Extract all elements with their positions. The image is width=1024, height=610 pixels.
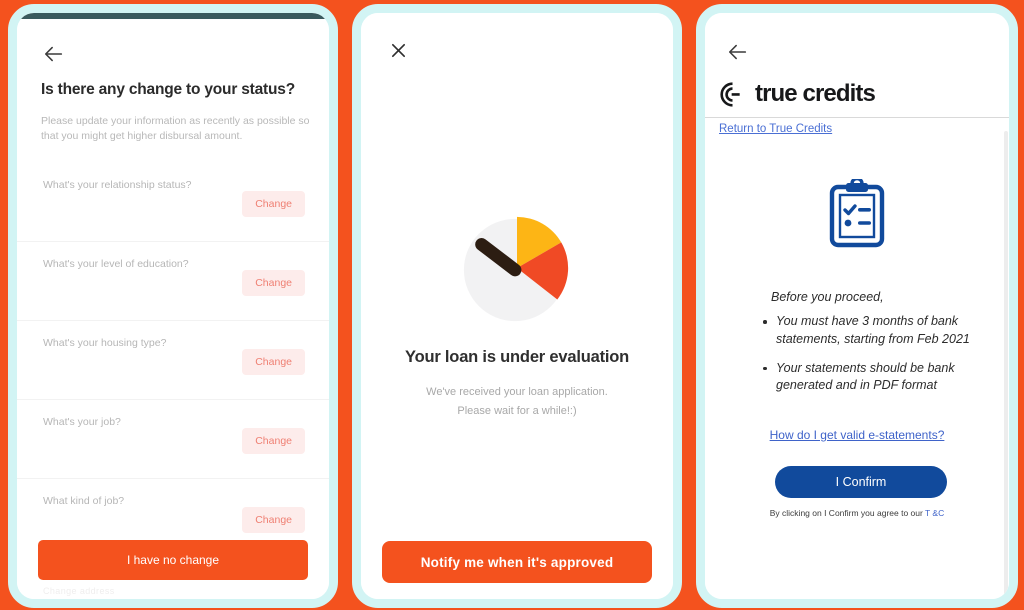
status-field-label: What's your level of education? (43, 258, 189, 270)
clipboard-illustration (705, 179, 1009, 253)
panel-true-credits-consent: true credits Return to True Credits Befo… (696, 4, 1018, 608)
panel-status-update: Is there any change to your status? Plea… (8, 4, 338, 608)
change-button[interactable]: Change (242, 349, 305, 375)
brand-name: true credits (755, 80, 876, 107)
page-subtitle: Please update your information as recent… (41, 115, 310, 143)
back-arrow-button[interactable] (721, 35, 755, 69)
panel-2-content: Your loan is under evaluation We've rece… (361, 13, 673, 599)
page-title: Is there any change to your status? (41, 81, 295, 98)
panel-1-content: Is there any change to your status? Plea… (17, 13, 329, 599)
status-field-label: What's your relationship status? (43, 179, 192, 191)
status-field-label: What kind of job? (43, 495, 125, 507)
clipboard-checklist-icon (829, 179, 885, 248)
arrow-left-icon (728, 44, 747, 60)
evaluation-subtitle-line2: Please wait for a while!:) (457, 405, 577, 418)
no-change-button[interactable]: I have no change (38, 540, 308, 580)
notify-me-button[interactable]: Notify me when it's approved (382, 541, 652, 583)
panel-loan-evaluation: Your loan is under evaluation We've rece… (352, 4, 682, 608)
change-button[interactable]: Change (242, 428, 305, 454)
terms-and-conditions-link[interactable]: T &C (925, 508, 944, 518)
requirement-item: Your statements should be bank generated… (763, 360, 983, 396)
status-field-label: What's your housing type? (43, 337, 167, 349)
true-credits-c-logo-icon (720, 81, 740, 107)
device-status-bar (17, 13, 329, 19)
speedometer-gauge-icon (463, 216, 569, 322)
header-divider (705, 117, 1009, 118)
cut-off-footer-text: Change address (43, 586, 115, 596)
confirm-button[interactable]: I Confirm (775, 466, 947, 498)
fine-print-prefix: By clicking on I Confirm you agree to ou… (769, 508, 926, 518)
status-field-row: What's your relationship status? Change (17, 163, 329, 242)
consent-lead-text: Before you proceed, (771, 290, 884, 304)
gauge-illustration (361, 209, 673, 327)
status-field-label: What's your job? (43, 416, 121, 428)
requirement-item: You must have 3 months of bank statement… (763, 313, 983, 349)
back-arrow-button[interactable] (37, 37, 71, 71)
arrow-left-icon (44, 46, 63, 62)
consent-fine-print: By clicking on I Confirm you agree to ou… (705, 508, 1009, 518)
vertical-scrollbar[interactable] (1004, 131, 1008, 599)
evaluation-subtitle: We've received your loan application. Pl… (381, 383, 653, 422)
consent-requirements-list: You must have 3 months of bank statement… (763, 313, 983, 406)
change-button[interactable]: Change (242, 191, 305, 217)
how-to-get-estatements-link[interactable]: How do I get valid e-statements? (705, 428, 1009, 442)
change-button[interactable]: Change (242, 507, 305, 533)
status-field-row: What's your housing type? Change (17, 321, 329, 400)
status-field-list: What's your relationship status? Change Wh… (17, 163, 329, 558)
close-button[interactable] (381, 33, 415, 67)
evaluation-subtitle-line1: We've received your loan application. (426, 386, 608, 398)
change-button[interactable]: Change (242, 270, 305, 296)
close-x-icon (391, 43, 405, 57)
status-field-row: What's your level of education? Change (17, 242, 329, 321)
panel-3-content: true credits Return to True Credits Befo… (705, 13, 1009, 599)
brand-lockup: true credits (719, 80, 876, 108)
evaluation-title: Your loan is under evaluation (404, 348, 630, 366)
status-field-row: What's your job? Change (17, 400, 329, 479)
return-to-true-credits-link[interactable]: Return to True Credits (719, 123, 832, 135)
